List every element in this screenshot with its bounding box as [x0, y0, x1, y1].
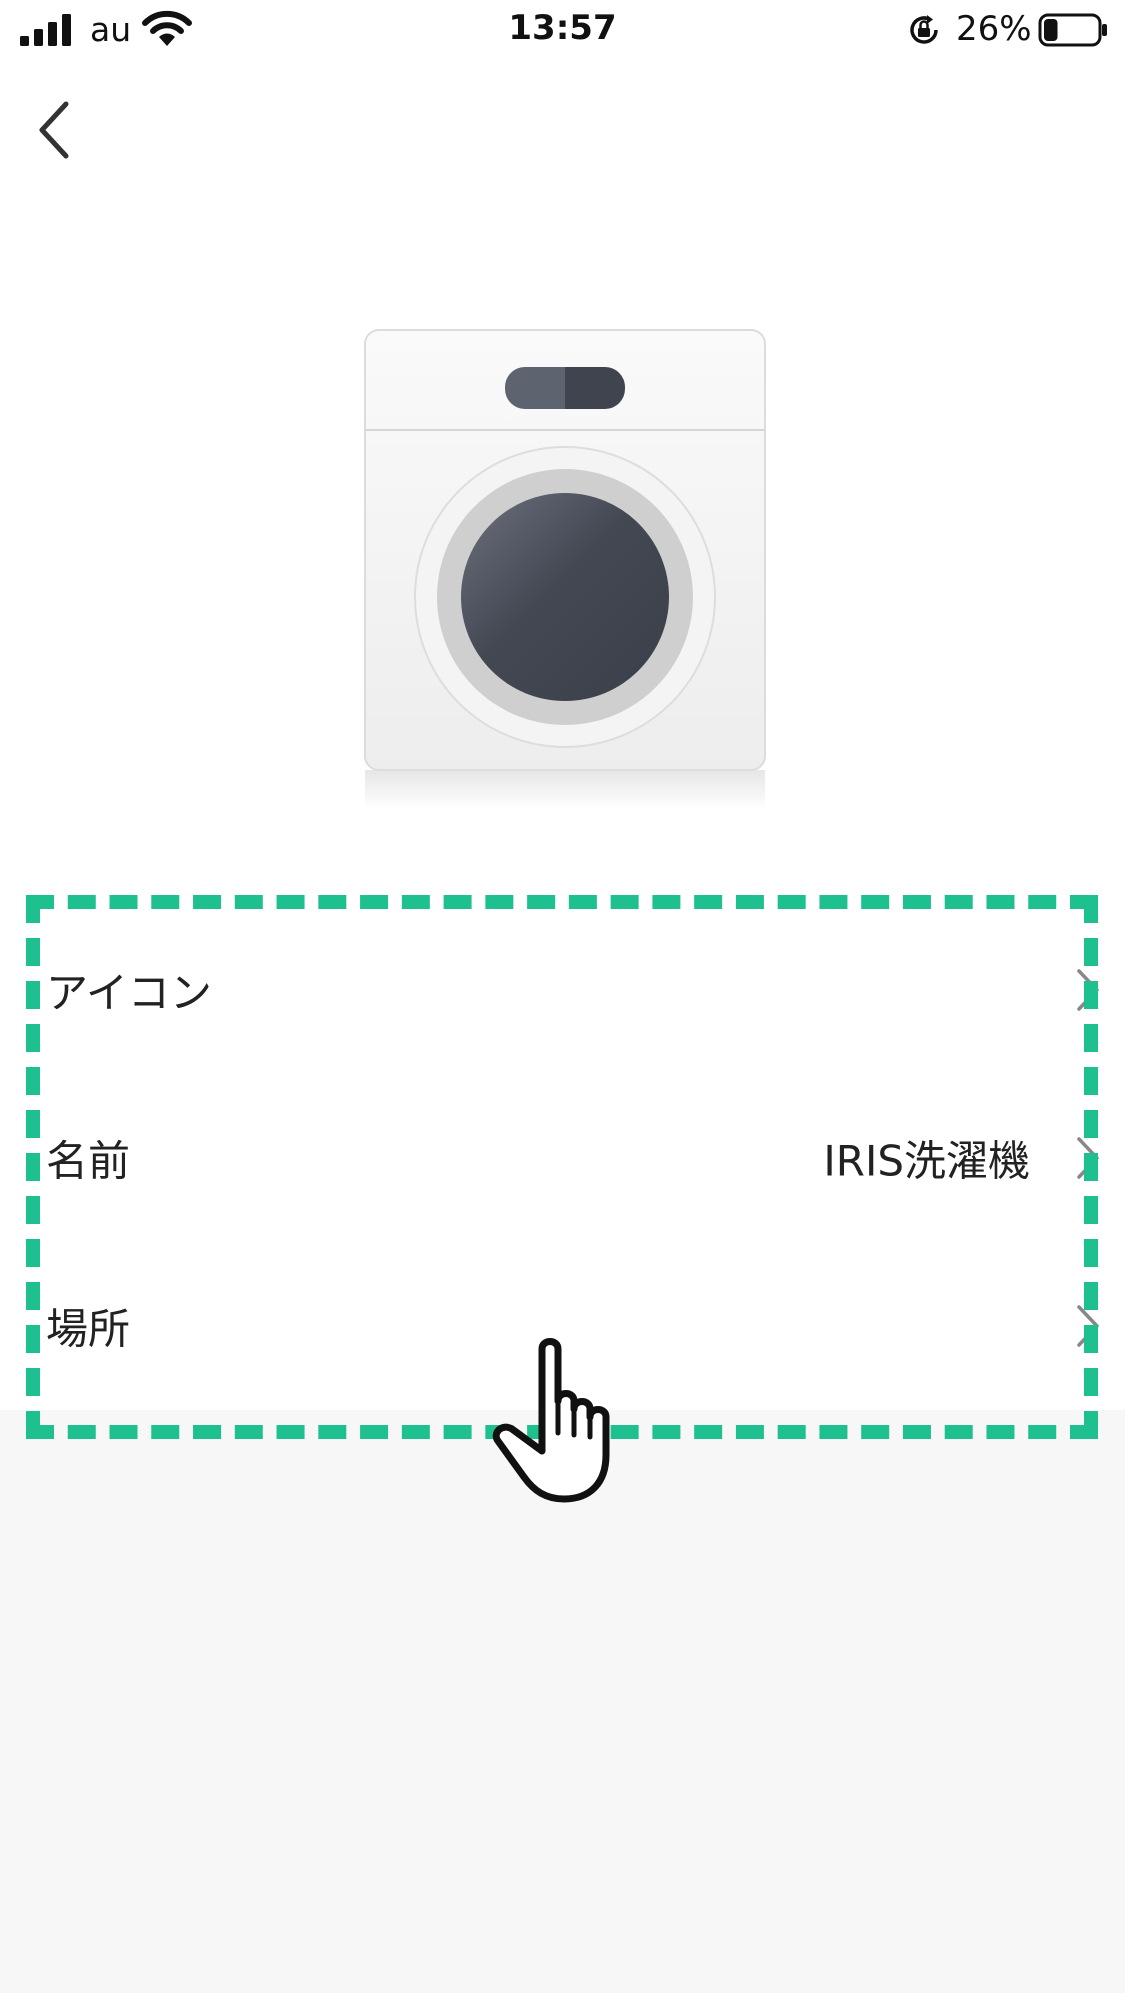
status-bar: au 13:57 26% [0, 0, 1125, 64]
battery-percent: 26% [956, 9, 1032, 49]
row-value: IRIS洗濯機 [823, 1136, 1030, 1186]
row-label: アイコン [46, 968, 212, 1018]
chevron-right-icon [1077, 969, 1099, 1011]
back-button[interactable] [24, 90, 88, 170]
battery-icon [1038, 13, 1107, 47]
settings-list: アイコン 名前 IRIS洗濯機 場所 [0, 900, 1125, 1410]
row-label: 場所 [46, 1304, 131, 1354]
settings-row-icon[interactable]: アイコン [0, 930, 1125, 1050]
chevron-right-icon [1077, 1305, 1099, 1347]
chevron-right-icon [1077, 1137, 1099, 1179]
chevron-left-icon [39, 101, 69, 159]
settings-row-name[interactable]: 名前 IRIS洗濯機 [0, 1098, 1125, 1218]
row-label: 名前 [46, 1136, 131, 1186]
settings-row-location[interactable]: 場所 [0, 1266, 1125, 1386]
washing-machine-icon [364, 329, 766, 810]
rotation-lock-icon [910, 15, 938, 44]
